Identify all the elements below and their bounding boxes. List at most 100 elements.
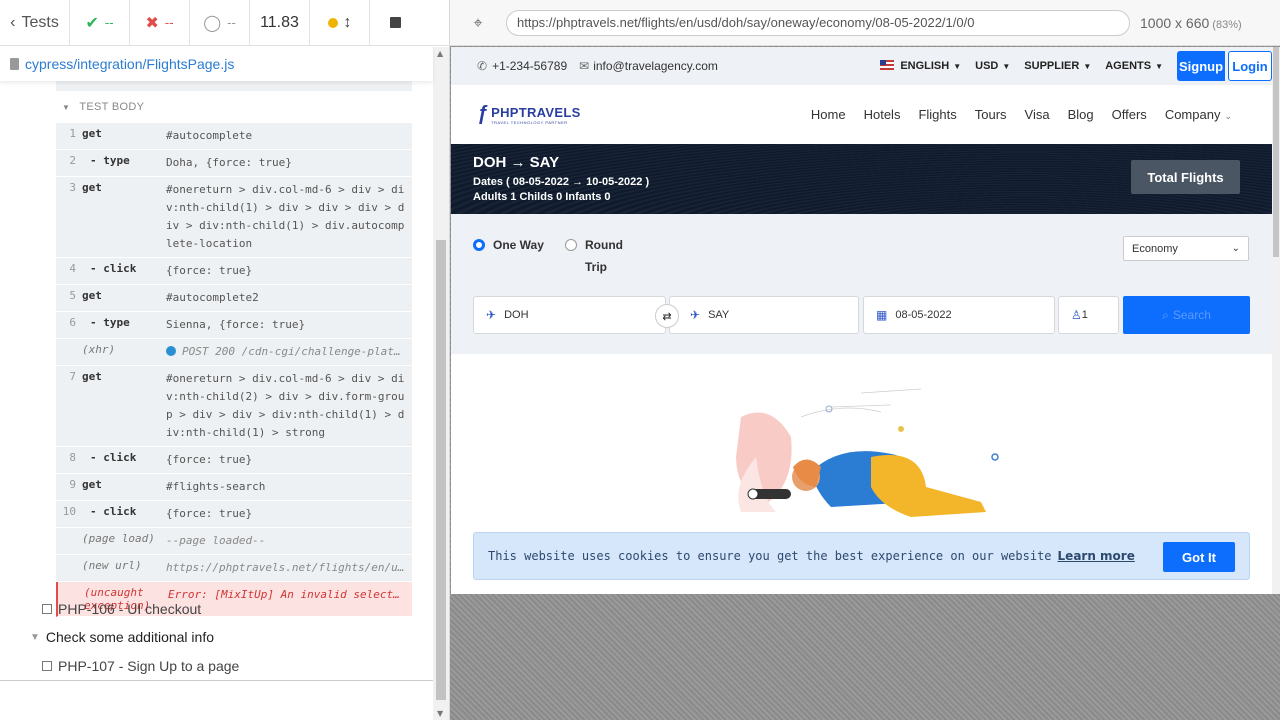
from-field[interactable]: ✈ DOH (473, 296, 666, 334)
site-top-actions: ENGLISH ▼ USD ▼ SUPPLIER ▼ AGENTS ▼ Signup L… (880, 47, 1272, 85)
language-dropdown[interactable]: ENGLISH ▼ (880, 60, 961, 72)
scroll-arrows-icon: ↕ (343, 13, 352, 31)
scrollbar-thumb[interactable] (1273, 47, 1279, 257)
caret-down-icon: ▼ (1083, 62, 1092, 71)
to-field[interactable]: ✈ SAY (669, 296, 859, 334)
nav-home[interactable]: Home (811, 107, 846, 122)
command-message: {force: true} (166, 507, 253, 520)
command-row[interactable]: 6 - type Sienna, {force: true} (56, 312, 412, 339)
command-number: 2 (69, 154, 76, 167)
aut-scrollbar[interactable] (1272, 47, 1280, 594)
tests-label: Tests (21, 13, 59, 31)
command-row[interactable]: 3 get #onereturn > div.col-md-6 > div > di… (56, 177, 412, 258)
total-flights-button[interactable]: Total Flights (1131, 160, 1240, 194)
command-name: - type (90, 154, 130, 167)
url-field[interactable]: https://phptravels.net/flights/en/usd/do… (506, 9, 1130, 36)
running-dot-icon (327, 17, 338, 28)
site-navbar: ƒ PHPTRAVELS TRAVEL TECHNOLOGY PARTNER H… (451, 85, 1272, 144)
learn-more-link[interactable]: Learn more (1058, 549, 1135, 563)
test-php-107[interactable]: PHP-107 - Sign Up to a page (42, 658, 239, 674)
xhr-status-icon (166, 346, 176, 356)
spec-file-bar[interactable]: cypress/integration/FlightsPage.js (0, 47, 433, 81)
command-list: 1 get #autocomplete 2 - type Doha, {force: tr… (56, 123, 412, 617)
command-name: - click (90, 505, 137, 518)
scroll-up-icon[interactable]: ▲ (437, 49, 443, 58)
command-row[interactable]: 7 get #onereturn > div.col-md-6 > div > di… (56, 366, 412, 447)
phone-item[interactable]: ✆ +1-234-56789 (477, 59, 567, 73)
command-number: 1 (69, 127, 76, 140)
nav-offers[interactable]: Offers (1112, 107, 1147, 122)
command-name: (page load) (82, 532, 155, 545)
nav-company[interactable]: Company ⌄ (1165, 107, 1232, 122)
check-icon: ✔ (85, 14, 99, 32)
command-message: #onereturn > div.col-md-6 > div > div:nt… (166, 372, 405, 439)
command-row[interactable]: 5 get #autocomplete2 (56, 285, 412, 312)
round-trip-radio[interactable]: Round Trip (565, 238, 623, 274)
cookie-text: This website uses cookies to ensure you … (488, 549, 1052, 563)
command-row[interactable]: (new url) https://phptravels.net/flights/… (56, 555, 412, 582)
command-row-cut (56, 81, 412, 91)
scrollbar-thumb[interactable] (436, 240, 446, 700)
swap-button[interactable]: ⇄ (655, 304, 679, 328)
command-name: get (82, 127, 102, 140)
cabin-class-select[interactable]: Economy ⌄ (1123, 236, 1249, 261)
agents-dropdown[interactable]: AGENTS ▼ (1105, 60, 1163, 72)
selector-playground-icon[interactable]: ⌖ (450, 13, 506, 33)
back-to-tests-button[interactable]: ‹ Tests (0, 0, 70, 46)
auto-scroll-toggle[interactable]: ↕ (310, 0, 370, 46)
viewport-info[interactable]: 1000 x 660 (83%) (1140, 15, 1242, 31)
reporter-scrollbar[interactable]: ▲ ▼ (433, 47, 449, 720)
caret-down-icon: ▼ (62, 103, 71, 112)
command-row[interactable]: (page load) --page loaded-- (56, 528, 412, 555)
login-button[interactable]: Login (1228, 51, 1272, 81)
stop-button[interactable] (370, 0, 420, 46)
test-php-106[interactable]: PHP-106 - UI checkout (42, 601, 201, 617)
command-number: 10 (62, 505, 76, 518)
command-message: #autocomplete (166, 129, 253, 142)
depart-date-field[interactable]: ▦ 08-05-2022 (863, 296, 1055, 334)
command-row[interactable]: 4 - click {force: true} (56, 258, 412, 285)
main-menu: Home Hotels Flights Tours Visa Blog Offe… (811, 107, 1232, 122)
currency-dropdown[interactable]: USD ▼ (975, 60, 1010, 72)
command-number: 9 (69, 478, 76, 491)
command-number (56, 559, 82, 577)
flight-summary-banner: DOH → SAY Dates ( 08-05-2022 → 10-05-202… (451, 144, 1272, 214)
calendar-icon: ▦ (876, 308, 888, 322)
command-message: Sienna, {force: true} (166, 318, 306, 331)
command-row[interactable]: 2 - type Doha, {force: true} (56, 150, 412, 177)
stop-icon (389, 17, 401, 28)
nav-tours[interactable]: Tours (975, 107, 1007, 122)
command-row[interactable]: (xhr) POST 200 /cdn-cgi/challenge-plat… (56, 339, 412, 366)
supplier-dropdown[interactable]: SUPPLIER ▼ (1024, 60, 1091, 72)
command-number: 6 (69, 316, 76, 329)
spec-file-name[interactable]: cypress/integration/FlightsPage.js (25, 56, 234, 72)
scroll-down-icon[interactable]: ▼ (437, 709, 443, 718)
email-item[interactable]: ✉ info@travelagency.com (579, 59, 718, 73)
caret-down-icon: ▼ (953, 62, 962, 71)
travellers-field[interactable]: ♙ 1 (1058, 296, 1119, 334)
command-name: - type (90, 316, 130, 329)
signup-button[interactable]: Signup (1177, 51, 1225, 81)
nav-flights[interactable]: Flights (918, 107, 956, 122)
application-under-test: ✆ +1-234-56789 ✉ info@travelagency.com ENG… (451, 47, 1280, 594)
one-way-radio[interactable]: One Way (473, 238, 544, 252)
command-message: {force: true} (166, 264, 253, 277)
command-message: #onereturn > div.col-md-6 > div > div:nt… (166, 183, 405, 250)
us-flag-icon (880, 60, 895, 70)
command-row[interactable]: 1 get #autocomplete (56, 123, 412, 150)
route-title: DOH → SAY (473, 154, 560, 171)
nav-hotels[interactable]: Hotels (864, 107, 901, 122)
suite-additional-info[interactable]: ▼ Check some additional info (30, 629, 214, 645)
got-it-button[interactable]: Got It (1163, 542, 1235, 572)
command-message: Doha, {force: true} (166, 156, 292, 169)
command-row[interactable]: 8 - click {force: true} (56, 447, 412, 474)
nav-visa[interactable]: Visa (1025, 107, 1050, 122)
command-row[interactable]: 9 get #flights-search (56, 474, 412, 501)
command-row[interactable]: 10 - click {force: true} (56, 501, 412, 528)
nav-blog[interactable]: Blog (1068, 107, 1094, 122)
test-body-header[interactable]: ▼ TEST BODY (62, 101, 144, 113)
site-logo[interactable]: ƒ PHPTRAVELS TRAVEL TECHNOLOGY PARTNER (477, 103, 581, 126)
search-button[interactable]: ⌕ Search (1123, 296, 1250, 334)
duration: 11.83 (250, 0, 310, 46)
command-name: (new url) (82, 559, 142, 572)
